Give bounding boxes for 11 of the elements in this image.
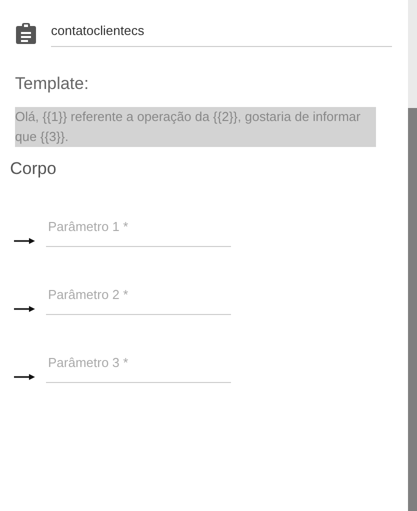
arrow-icon	[14, 374, 35, 380]
parameter-field[interactable]: Parâmetro 1 *	[46, 219, 231, 247]
template-label: Template:	[15, 74, 90, 94]
template-text: Olá, {{1}} referente a operação da {{2}}, gostaria de informar que {{3}}.	[15, 107, 376, 147]
arrow-icon	[14, 306, 35, 312]
scrollbar[interactable]	[408, 0, 417, 511]
parameter-field[interactable]: Parâmetro 2 *	[46, 287, 231, 315]
body-label: Corpo	[10, 159, 58, 179]
parameter-field[interactable]: Parâmetro 3 *	[46, 355, 231, 383]
arrow-icon	[14, 238, 35, 244]
clipboard-icon	[16, 22, 36, 44]
